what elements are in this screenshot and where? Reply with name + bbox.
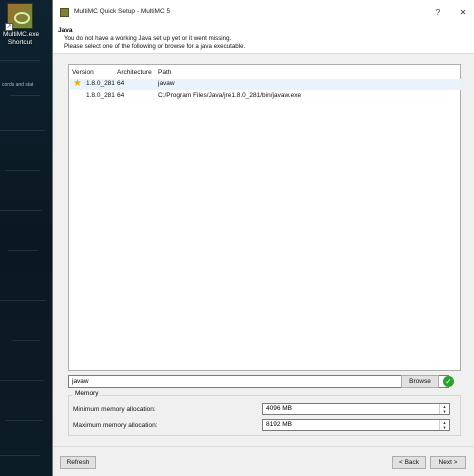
java-path: C:/Program Files/Java/jre1.8.0_281/bin/j…: [158, 92, 302, 99]
shortcut-arrow-icon: ↗: [5, 23, 13, 31]
java-version: 1.8.0_281: [86, 80, 115, 87]
window-title: MultiMC Quick Setup - MultiMC 5: [74, 8, 171, 15]
java-architecture: 64: [117, 92, 125, 99]
column-header-path[interactable]: Path: [158, 69, 171, 76]
java-row[interactable]: ★ 1.8.0_281 64 javaw: [70, 79, 461, 90]
help-button[interactable]: ?: [431, 6, 445, 20]
min-memory-stepper[interactable]: ▲ ▼: [439, 404, 449, 414]
shortcut-sublabel: Shortcut: [7, 39, 33, 46]
desktop-shortcut-multimc[interactable]: ↗ MultiMC.exe Shortcut: [3, 3, 40, 47]
java-architecture: 64: [117, 80, 125, 87]
column-header-architecture[interactable]: Architecture: [117, 69, 152, 76]
header-description-line1: You do not have a working Java set up ye…: [64, 35, 232, 42]
spin-down-icon[interactable]: ▼: [440, 409, 449, 414]
java-version: 1.8.0_281: [86, 92, 115, 99]
min-memory-value: 4096 MB: [266, 405, 293, 412]
java-path: javaw: [158, 80, 175, 87]
refresh-button[interactable]: Refresh: [60, 456, 96, 469]
header-description-line2: Please select one of the following or br…: [64, 43, 246, 50]
max-memory-stepper[interactable]: ▲ ▼: [439, 420, 449, 430]
page-title: Java: [58, 27, 73, 34]
page-header: Java You do not have a working Java set …: [53, 26, 474, 54]
close-button[interactable]: ✕: [456, 6, 470, 20]
max-memory-spinbox[interactable]: 8192 MB ▲ ▼: [262, 419, 450, 431]
checkmark-icon: ✓: [443, 376, 454, 387]
next-button[interactable]: Next >: [430, 456, 466, 469]
quick-setup-window: MultiMC Quick Setup - MultiMC 5 ? ✕ Java…: [52, 0, 474, 476]
shortcut-label: MultiMC.exe: [3, 31, 40, 38]
recommended-star-icon: ★: [73, 78, 82, 89]
title-bar[interactable]: MultiMC Quick Setup - MultiMC 5 ? ✕: [53, 0, 474, 26]
browse-button[interactable]: Browse: [401, 375, 439, 388]
window-app-icon: [60, 8, 69, 17]
background-text-fragment: cords and stat: [2, 82, 34, 88]
back-button[interactable]: < Back: [392, 456, 426, 469]
java-row[interactable]: 1.8.0_281 64 C:/Program Files/Java/jre1.…: [70, 91, 461, 102]
footer-divider: [53, 446, 474, 447]
min-memory-spinbox[interactable]: 4096 MB ▲ ▼: [262, 403, 450, 415]
memory-group-title: Memory: [73, 390, 101, 397]
spin-down-icon[interactable]: ▼: [440, 425, 449, 430]
min-memory-label: Minimum memory allocation:: [73, 406, 156, 413]
java-list[interactable]: Version Architecture Path ★ 1.8.0_281 64…: [68, 64, 461, 371]
max-memory-label: Maximum memory allocation:: [73, 422, 158, 429]
java-path-input[interactable]: [68, 375, 449, 388]
column-header-version[interactable]: Version: [72, 69, 94, 76]
max-memory-value: 8192 MB: [266, 421, 293, 428]
